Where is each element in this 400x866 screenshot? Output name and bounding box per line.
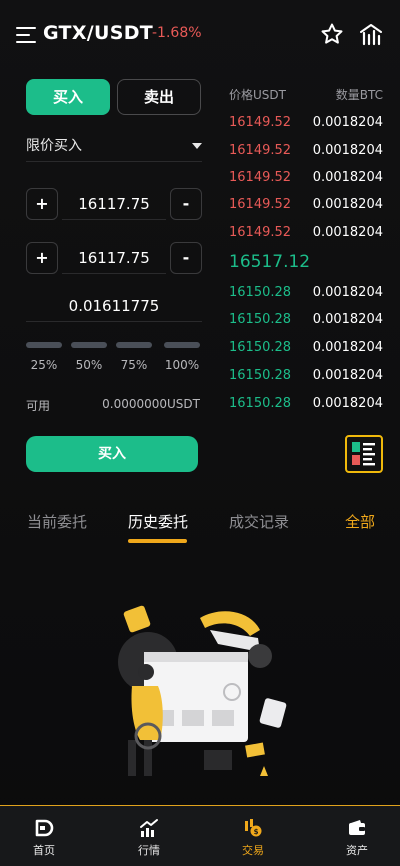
ask-qty: 0.0018204 (312, 197, 383, 212)
ask-row[interactable]: 16149.52 0.0018204 (229, 143, 383, 163)
bid-qty: 0.0018204 (312, 396, 383, 411)
wallet-icon (349, 820, 365, 835)
bid-price: 16150.28 (229, 340, 292, 355)
price-minus-button[interactable]: - (170, 188, 202, 220)
order-type-select[interactable]: 限价买入 (26, 134, 202, 162)
bid-price: 16150.28 (229, 396, 292, 411)
last-price: 16517.12 (229, 252, 311, 272)
ask-qty: 0.0018204 (312, 115, 383, 130)
percent-75[interactable]: 75% (116, 342, 152, 372)
home-icon (35, 819, 54, 837)
tab-history-orders[interactable]: 历史委托 (128, 511, 188, 532)
price-stepper: + 16117.75 - (26, 188, 202, 220)
bid-qty: 0.0018204 (312, 368, 383, 383)
orderbook-layout-icon (352, 442, 375, 466)
nav-trade-label: 交易 (242, 844, 264, 857)
bid-qty: 0.0018204 (312, 312, 383, 327)
order-tabs: 当前委托 历史委托 成交记录 全部 (0, 505, 400, 545)
ask-row[interactable]: 16149.52 0.0018204 (229, 225, 383, 245)
pair-title[interactable]: GTX/USDT (43, 22, 153, 44)
bid-row[interactable]: 16150.28 0.0018204 (229, 340, 383, 360)
menu-icon[interactable] (16, 27, 36, 43)
tab-trade-records[interactable]: 成交记录 (229, 511, 289, 532)
ask-price: 16149.52 (229, 143, 292, 158)
ask-qty: 0.0018204 (312, 170, 383, 185)
trade-screen: GTX/USDT -1.68% 买入 卖出 限价买入 + 16117.75 - … (0, 0, 400, 866)
quantity-minus-button[interactable]: - (170, 242, 202, 274)
nav-trade[interactable]: $ 交易 (203, 806, 303, 866)
quantity-input[interactable]: 16117.75 (62, 242, 166, 274)
buy-submit-button[interactable]: 买入 (26, 436, 198, 472)
percent-label: 50% (75, 358, 103, 372)
market-icon (140, 819, 158, 837)
caret-down-icon (192, 143, 202, 149)
bid-price: 16150.28 (229, 312, 292, 327)
nav-market[interactable]: 行情 (99, 806, 199, 866)
bid-row[interactable]: 16150.28 0.0018204 (229, 312, 383, 332)
percent-label: 25% (30, 358, 58, 372)
orderbook-qty-header: 数量BTC (335, 88, 383, 102)
ask-price: 16149.52 (229, 197, 292, 212)
tab-current-orders[interactable]: 当前委托 (27, 511, 87, 532)
star-icon[interactable] (320, 22, 344, 46)
nav-market-label: 行情 (138, 844, 160, 857)
quantity-plus-button[interactable]: + (26, 242, 58, 274)
bid-qty: 0.0018204 (312, 285, 383, 300)
percent-50[interactable]: 50% (71, 342, 107, 372)
nav-home-label: 首页 (33, 844, 55, 857)
ask-price: 16149.52 (229, 225, 292, 240)
bid-row[interactable]: 16150.28 0.0018204 (229, 396, 383, 416)
percent-label: 75% (120, 358, 148, 372)
ask-row[interactable]: 16149.52 0.0018204 (229, 197, 383, 217)
ask-qty: 0.0018204 (312, 225, 383, 240)
trade-icon: $ (245, 819, 262, 837)
bid-row[interactable]: 16150.28 0.0018204 (229, 368, 383, 388)
amount-field[interactable]: 0.01611775 (26, 290, 202, 322)
ask-qty: 0.0018204 (312, 143, 383, 158)
bid-row[interactable]: 16150.28 0.0018204 (229, 285, 383, 305)
percent-100[interactable]: 100% (162, 342, 202, 372)
percent-selector: 25% 50% 75% 100% (26, 342, 202, 382)
percent-25[interactable]: 25% (26, 342, 62, 372)
available-value: 0.0000000USDT (102, 397, 200, 411)
bid-price: 16150.28 (229, 285, 292, 300)
depth-layout-toggle[interactable] (345, 435, 383, 473)
sell-tab[interactable]: 卖出 (117, 79, 201, 115)
tab-all[interactable]: 全部 (345, 511, 375, 532)
header: GTX/USDT -1.68% (0, 14, 400, 54)
ask-row[interactable]: 16149.52 0.0018204 (229, 115, 383, 135)
bid-price: 16150.28 (229, 368, 292, 383)
price-plus-button[interactable]: + (26, 188, 58, 220)
price-change: -1.68% (152, 25, 202, 41)
order-type-label: 限价买入 (26, 138, 82, 154)
bid-qty: 0.0018204 (312, 340, 383, 355)
price-input[interactable]: 16117.75 (62, 188, 166, 220)
empty-state-illustration (118, 605, 287, 776)
percent-label: 100% (164, 358, 200, 372)
ask-price: 16149.52 (229, 170, 292, 185)
buy-tab[interactable]: 买入 (26, 79, 110, 115)
nav-assets-label: 资产 (346, 844, 368, 857)
bottom-nav: 首页 行情 $ 交易 资产 (0, 805, 400, 866)
ask-row[interactable]: 16149.52 0.0018204 (229, 170, 383, 190)
nav-home[interactable]: 首页 (0, 806, 94, 866)
chart-icon[interactable] (358, 22, 384, 46)
nav-assets[interactable]: 资产 (307, 806, 400, 866)
tab-active-indicator (128, 539, 187, 543)
ask-price: 16149.52 (229, 115, 292, 130)
quantity-stepper: + 16117.75 - (26, 242, 202, 274)
svg-text:$: $ (254, 828, 259, 836)
orderbook-price-header: 价格USDT (229, 88, 286, 102)
available-label: 可用 (26, 399, 51, 413)
